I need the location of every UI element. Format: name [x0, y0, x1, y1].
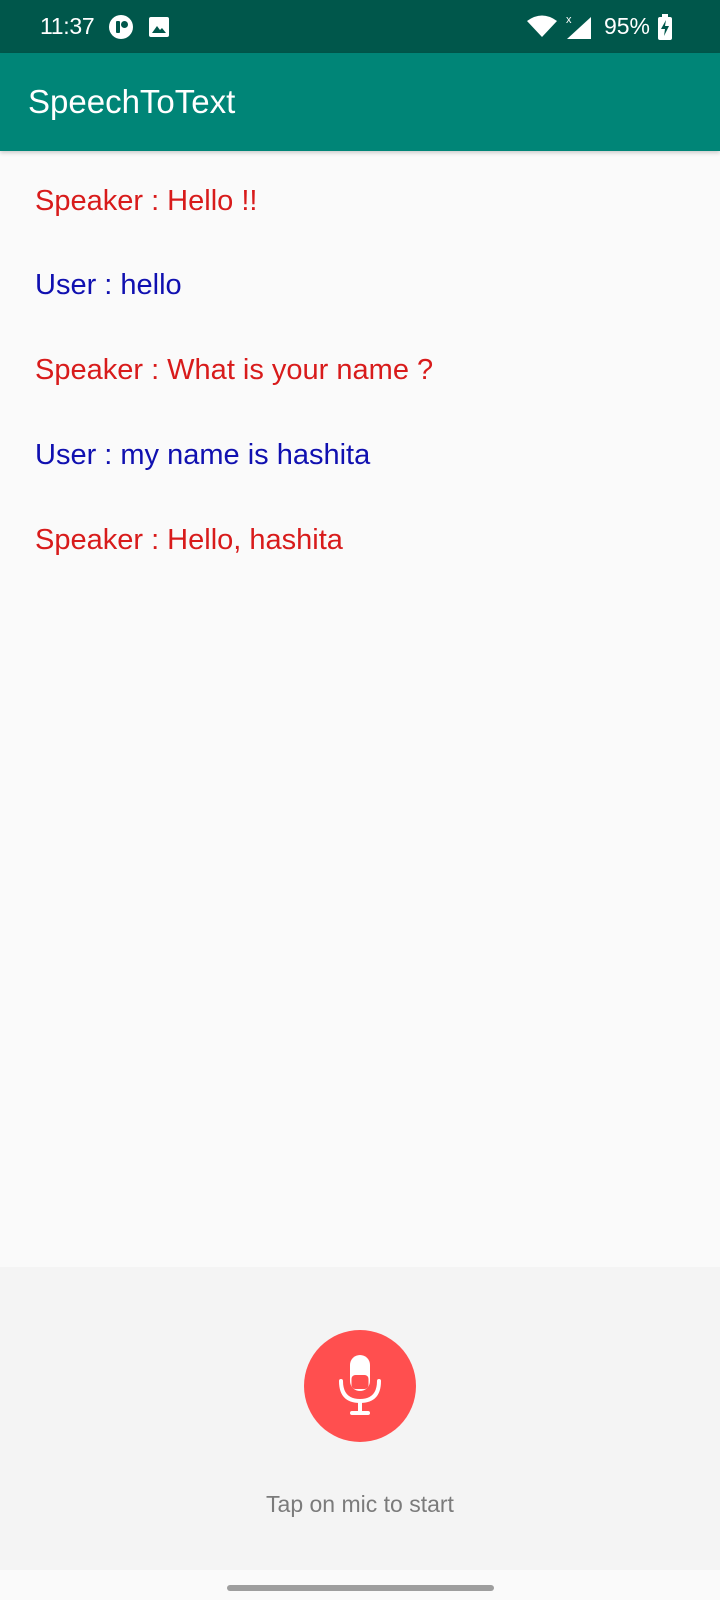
status-time: 11:37 — [40, 13, 95, 39]
image-icon — [148, 16, 170, 38]
speaker-message: Speaker : Hello, hashita — [35, 524, 343, 556]
notification-icon — [108, 14, 134, 40]
status-left: 11:37 — [40, 13, 170, 40]
wifi-icon — [526, 15, 558, 39]
mic-hint: Tap on mic to start — [266, 1491, 454, 1517]
svg-text:x: x — [566, 14, 572, 26]
battery-percentage: 95% — [603, 13, 650, 39]
speaker-message: Speaker : Hello !! — [35, 185, 258, 217]
app-bar: SpeechToText — [0, 53, 720, 151]
gesture-handle[interactable] — [227, 1585, 494, 1591]
app-title: SpeechToText — [28, 83, 236, 120]
bottom-panel: Tap on mic to start — [0, 1267, 720, 1570]
user-message: User : hello — [35, 269, 182, 301]
battery-charging-icon — [658, 13, 672, 40]
status-right: x 95% — [526, 13, 678, 41]
signal-icon: x — [564, 13, 594, 41]
user-message: User : my name is hashita — [35, 439, 371, 471]
microphone-icon — [339, 1355, 381, 1415]
conversation-list: Speaker : Hello !! User : hello Speaker … — [0, 151, 720, 1267]
navigation-bar — [0, 1570, 720, 1600]
speaker-message: Speaker : What is your name ? — [35, 354, 434, 386]
status-bar: 11:37 x 95% — [0, 0, 720, 53]
mic-button[interactable] — [304, 1330, 416, 1442]
